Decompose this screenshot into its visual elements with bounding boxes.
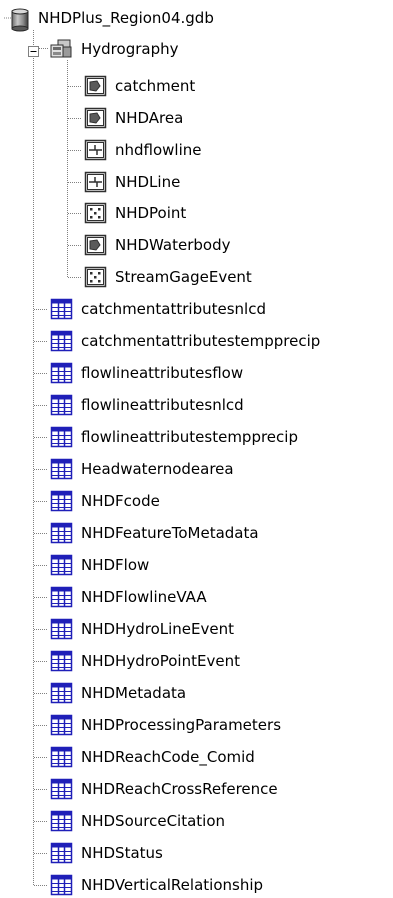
tree-node-table[interactable]: NHDProcessingParameters [50, 712, 281, 738]
tree-node-nhdwaterbody[interactable]: NHDWaterbody [84, 232, 231, 258]
tree-node-table[interactable]: NHDReachCrossReference [50, 776, 278, 802]
tree-node-label: NHDMetadata [81, 684, 187, 702]
tree-node-label: catchmentattributestempprecip [81, 332, 321, 350]
tree-node-label: catchmentattributesnlcd [81, 300, 266, 318]
table-icon [50, 330, 73, 352]
tree-node-label: NHDFlowlineVAA [81, 588, 207, 606]
tree-node-label: Hydrography [81, 40, 179, 58]
tree-node-table[interactable]: Headwaternodearea [50, 456, 234, 482]
tree-node-table[interactable]: NHDFcode [50, 488, 160, 514]
tree-node-label: NHDProcessingParameters [81, 716, 282, 734]
table-icon [50, 458, 73, 480]
table-icon [50, 714, 73, 736]
line-feature-class-icon [84, 139, 107, 161]
table-icon [50, 618, 73, 640]
tree-node-label: flowlineattributesnlcd [81, 396, 244, 414]
tree-node-label: NHDReachCrossReference [81, 780, 278, 798]
tree-node-table[interactable]: catchmentattributesnlcd [50, 296, 266, 322]
polygon-feature-class-icon [84, 107, 107, 129]
tree-node-table[interactable]: NHDFlowlineVAA [50, 584, 207, 610]
tree-node-nhdflowline[interactable]: nhdflowline [84, 137, 202, 163]
tree-node-nhdarea[interactable]: NHDArea [84, 105, 183, 131]
tree-node-label: NHDWaterbody [115, 236, 231, 254]
table-icon [50, 682, 73, 704]
point-feature-class-icon [84, 202, 107, 224]
tree-node-table[interactable]: NHDVerticalRelationship [50, 872, 263, 898]
polygon-feature-class-icon [84, 234, 107, 256]
table-icon [50, 362, 73, 384]
tree-node-nhdline[interactable]: NHDLine [84, 169, 180, 195]
table-icon [50, 586, 73, 608]
table-icon [50, 554, 73, 576]
polygon-feature-class-icon [84, 75, 107, 97]
tree-node-streamgageevent[interactable]: StreamGageEvent [84, 264, 252, 290]
tree-node-root[interactable]: NHDPlus_Region04.gdb [10, 5, 214, 32]
table-icon [50, 746, 73, 768]
tree-node-label: NHDPlus_Region04.gdb [38, 9, 214, 27]
tree-node-label: catchment [115, 77, 196, 95]
tree-node-table[interactable]: NHDMetadata [50, 680, 186, 706]
collapse-toggle-icon[interactable] [28, 43, 39, 57]
tree-node-label: NHDReachCode_Comid [81, 748, 255, 766]
tree-node-table[interactable]: NHDFlow [50, 552, 149, 578]
table-icon [50, 650, 73, 672]
table-icon [50, 426, 73, 448]
tree-node-label: NHDVerticalRelationship [81, 876, 264, 894]
tree-node-label: NHDFeatureToMetadata [81, 524, 259, 542]
tree-node-label: NHDSourceCitation [81, 812, 226, 830]
tree-node-nhdpoint[interactable]: NHDPoint [84, 200, 186, 226]
tree-node-table[interactable]: NHDSourceCitation [50, 808, 225, 834]
tree-node-hydrography[interactable]: Hydrography [49, 36, 178, 62]
tree-node-table[interactable]: NHDHydroLineEvent [50, 616, 234, 642]
tree-node-label: NHDLine [115, 173, 181, 191]
geodatabase-cylinder-icon [10, 7, 30, 32]
feature-dataset-icon [49, 38, 74, 60]
tree-node-label: NHDFlow [81, 556, 150, 574]
tree-node-label: flowlineattributesflow [81, 364, 244, 382]
tree-node-label: NHDFcode [81, 492, 160, 510]
table-icon [50, 778, 73, 800]
tree-node-catchment[interactable]: catchment [84, 73, 195, 99]
tree-node-label: NHDHydroLineEvent [81, 620, 234, 638]
tree-node-label: NHDArea [115, 109, 184, 127]
tree-node-table[interactable]: NHDFeatureToMetadata [50, 520, 259, 546]
tree-node-table[interactable]: NHDReachCode_Comid [50, 744, 255, 770]
tree-node-label: Headwaternodearea [81, 460, 234, 478]
tree-node-label: NHDPoint [115, 204, 187, 222]
line-feature-class-icon [84, 171, 107, 193]
tree-node-label: NHDHydroPointEvent [81, 652, 240, 670]
table-icon [50, 842, 73, 864]
tree-node-table[interactable]: flowlineattributesflow [50, 360, 243, 386]
tree-node-label: NHDStatus [81, 844, 163, 862]
tree-node-label: StreamGageEvent [115, 268, 252, 286]
table-icon [50, 298, 73, 320]
tree-node-table[interactable]: flowlineattributestempprecip [50, 424, 298, 450]
table-icon [50, 810, 73, 832]
catalog-tree: NHDPlus_Region04.gdb Hydrography catchme… [0, 0, 393, 898]
tree-node-label: nhdflowline [115, 141, 202, 159]
tree-node-table[interactable]: flowlineattributesnlcd [50, 392, 244, 418]
tree-node-table[interactable]: NHDHydroPointEvent [50, 648, 240, 674]
table-icon [50, 522, 73, 544]
point-feature-class-icon [84, 266, 107, 288]
table-icon [50, 874, 73, 896]
tree-node-table[interactable]: catchmentattributestempprecip [50, 328, 320, 354]
table-icon [50, 394, 73, 416]
table-icon [50, 490, 73, 512]
tree-node-label: flowlineattributestempprecip [81, 428, 298, 446]
tree-node-table[interactable]: NHDStatus [50, 840, 163, 866]
